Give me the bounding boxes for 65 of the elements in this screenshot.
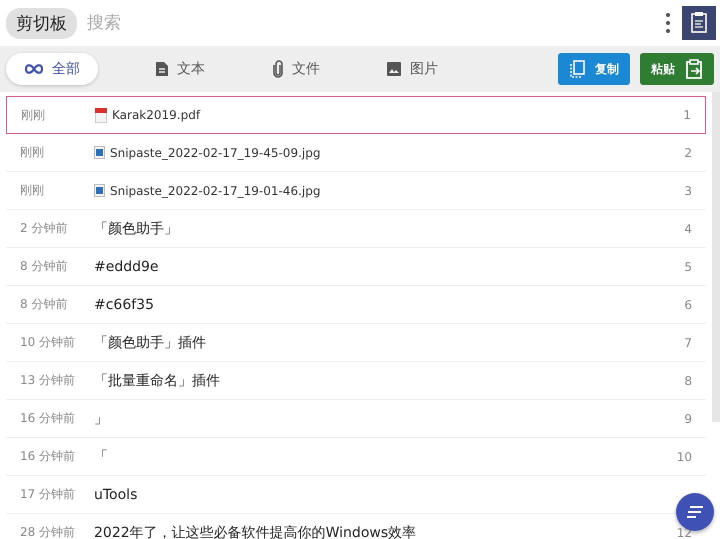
image-file-icon	[94, 184, 105, 197]
clip-content: Karak2019.pdf	[112, 108, 202, 122]
clip-content: 「	[94, 448, 109, 466]
index-number: 8	[684, 374, 692, 388]
menu-icon	[686, 506, 704, 518]
index-number: 5	[684, 260, 692, 274]
clip-row[interactable]: 13 分钟前 「批量重命名」插件 8	[6, 362, 706, 400]
clip-row[interactable]: 8 分钟前 #c66f35 6	[6, 286, 706, 324]
document-icon	[155, 61, 169, 77]
paste-button[interactable]: 粘贴	[640, 53, 714, 85]
paste-icon	[685, 59, 703, 79]
clip-row[interactable]: 刚刚 Karak2019.pdf 1	[6, 96, 706, 134]
clip-content: uTools	[94, 486, 138, 502]
time-label: 刚刚	[20, 182, 45, 199]
time-label: 刚刚	[20, 144, 45, 161]
filter-tab[interactable]: 全部	[6, 53, 98, 85]
pdf-file-icon	[95, 108, 107, 122]
time-label: 17 分钟前	[20, 486, 76, 503]
infinity-icon	[24, 63, 44, 75]
time-label: 13 分钟前	[20, 372, 76, 389]
clip-row[interactable]: 2 分钟前 「颜色助手」 4	[6, 210, 706, 248]
clip-content: 」	[94, 410, 109, 428]
app-title[interactable]: 剪切板	[6, 8, 77, 38]
clip-row[interactable]: 10 分钟前 「颜色助手」插件 7	[6, 324, 706, 362]
time-label: 28 分钟前	[20, 524, 76, 539]
image-file-icon	[94, 146, 105, 159]
time-label: 10 分钟前	[20, 334, 76, 351]
paperclip-icon	[272, 60, 284, 78]
clip-row[interactable]: 刚刚 Snipaste_2022-02-17_19-45-09.jpg 2	[6, 134, 706, 172]
time-label: 2 分钟前	[20, 220, 68, 237]
clipboard-icon[interactable]	[682, 6, 716, 40]
image-icon	[386, 61, 402, 77]
index-number: 1	[683, 108, 691, 122]
clip-content: 2022年了，让这些必备软件提高你的Windows效率	[94, 524, 418, 539]
clip-content: #eddd9e	[94, 258, 160, 274]
index-number: 10	[676, 450, 692, 464]
clip-content: 「批量重命名」插件	[94, 372, 221, 390]
index-number: 4	[684, 222, 692, 236]
time-label: 8 分钟前	[20, 258, 68, 275]
time-label: 8 分钟前	[20, 296, 68, 313]
filter-tab[interactable]: 文本	[122, 53, 238, 85]
clip-row[interactable]: 刚刚 Snipaste_2022-02-17_19-01-46.jpg 3	[6, 172, 706, 210]
clip-content: Snipaste_2022-02-17_19-45-09.jpg	[110, 146, 322, 160]
filter-tab[interactable]: 图片	[354, 53, 470, 85]
time-label: 刚刚	[21, 106, 46, 124]
time-label: 16 分钟前	[20, 448, 76, 465]
clip-row[interactable]: 8 分钟前 #eddd9e 5	[6, 248, 706, 286]
copy-icon	[569, 60, 585, 78]
clip-content: Snipaste_2022-02-17_19-01-46.jpg	[110, 184, 322, 198]
clip-content: #c66f35	[94, 296, 155, 312]
index-number: 7	[684, 336, 692, 350]
clip-row[interactable]: 16 分钟前 」 9	[6, 400, 706, 438]
index-number: 3	[684, 184, 692, 198]
search-field[interactable]: 搜索	[85, 12, 658, 34]
copy-button[interactable]: 复制	[558, 53, 630, 85]
index-number: 2	[684, 146, 692, 160]
index-number: 6	[684, 298, 692, 312]
scrollbar[interactable]	[712, 92, 720, 422]
time-label: 16 分钟前	[20, 410, 76, 427]
clip-content: 「颜色助手」插件	[94, 334, 207, 352]
clip-content: 「颜色助手」	[94, 220, 179, 238]
index-number: 9	[684, 412, 692, 426]
filter-tab[interactable]: 文件	[238, 53, 354, 85]
more-icon[interactable]	[666, 13, 670, 33]
clip-row[interactable]: 16 分钟前 「 10	[6, 438, 706, 476]
